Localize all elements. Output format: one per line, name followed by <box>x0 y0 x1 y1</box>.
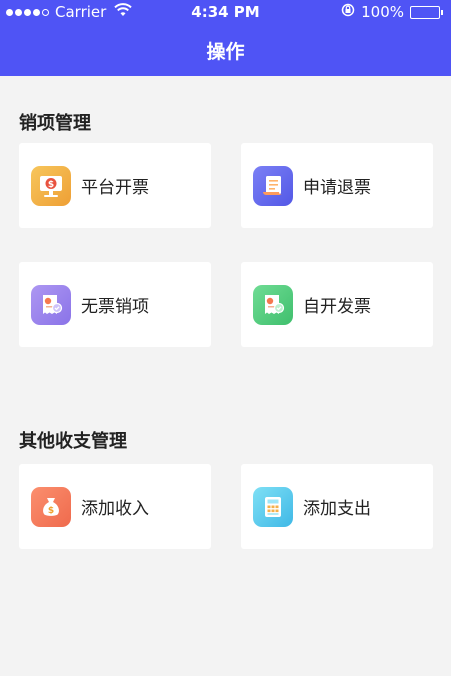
nav-bar: 操作 <box>0 24 451 76</box>
request-refund-label: 申请退票 <box>303 178 371 198</box>
battery-icon <box>410 5 443 19</box>
self-issue-invoice-label: 自开发票 <box>303 297 371 317</box>
add-income-label: 添加收入 <box>81 499 149 519</box>
platform-invoice-label: 平台开票 <box>81 178 149 198</box>
request-refund-button[interactable]: 申请退票 <box>241 143 433 228</box>
add-income-button[interactable]: $ 添加收入 <box>19 464 211 549</box>
no-invoice-receipt-icon <box>31 284 71 325</box>
page-title: 操作 <box>206 40 245 63</box>
status-bar: Carrier 4:34 PM 100% <box>0 0 451 24</box>
no-invoice-sales-button[interactable]: 无票销项 <box>19 262 211 347</box>
platform-invoice-button[interactable]: $ 平台开票 <box>19 143 211 228</box>
add-expense-label: 添加支出 <box>303 499 371 519</box>
section-title-other: 其他收支管理 <box>19 431 127 452</box>
refund-document-icon <box>253 165 293 206</box>
invoice-screen-icon: $ <box>31 165 71 206</box>
add-expense-button[interactable]: 添加支出 <box>241 464 433 549</box>
status-right: 100% <box>341 3 443 21</box>
svg-text:$: $ <box>48 180 54 190</box>
no-invoice-sales-label: 无票销项 <box>81 297 149 317</box>
money-bag-icon: $ <box>31 486 71 527</box>
orientation-lock-icon <box>341 3 355 21</box>
self-issue-invoice-icon <box>253 284 293 325</box>
calculator-icon <box>253 486 293 527</box>
svg-text:$: $ <box>48 506 54 516</box>
section-title-sales: 销项管理 <box>19 113 91 134</box>
self-issue-invoice-button[interactable]: 自开发票 <box>241 262 433 347</box>
battery-percentage: 100% <box>361 3 404 21</box>
